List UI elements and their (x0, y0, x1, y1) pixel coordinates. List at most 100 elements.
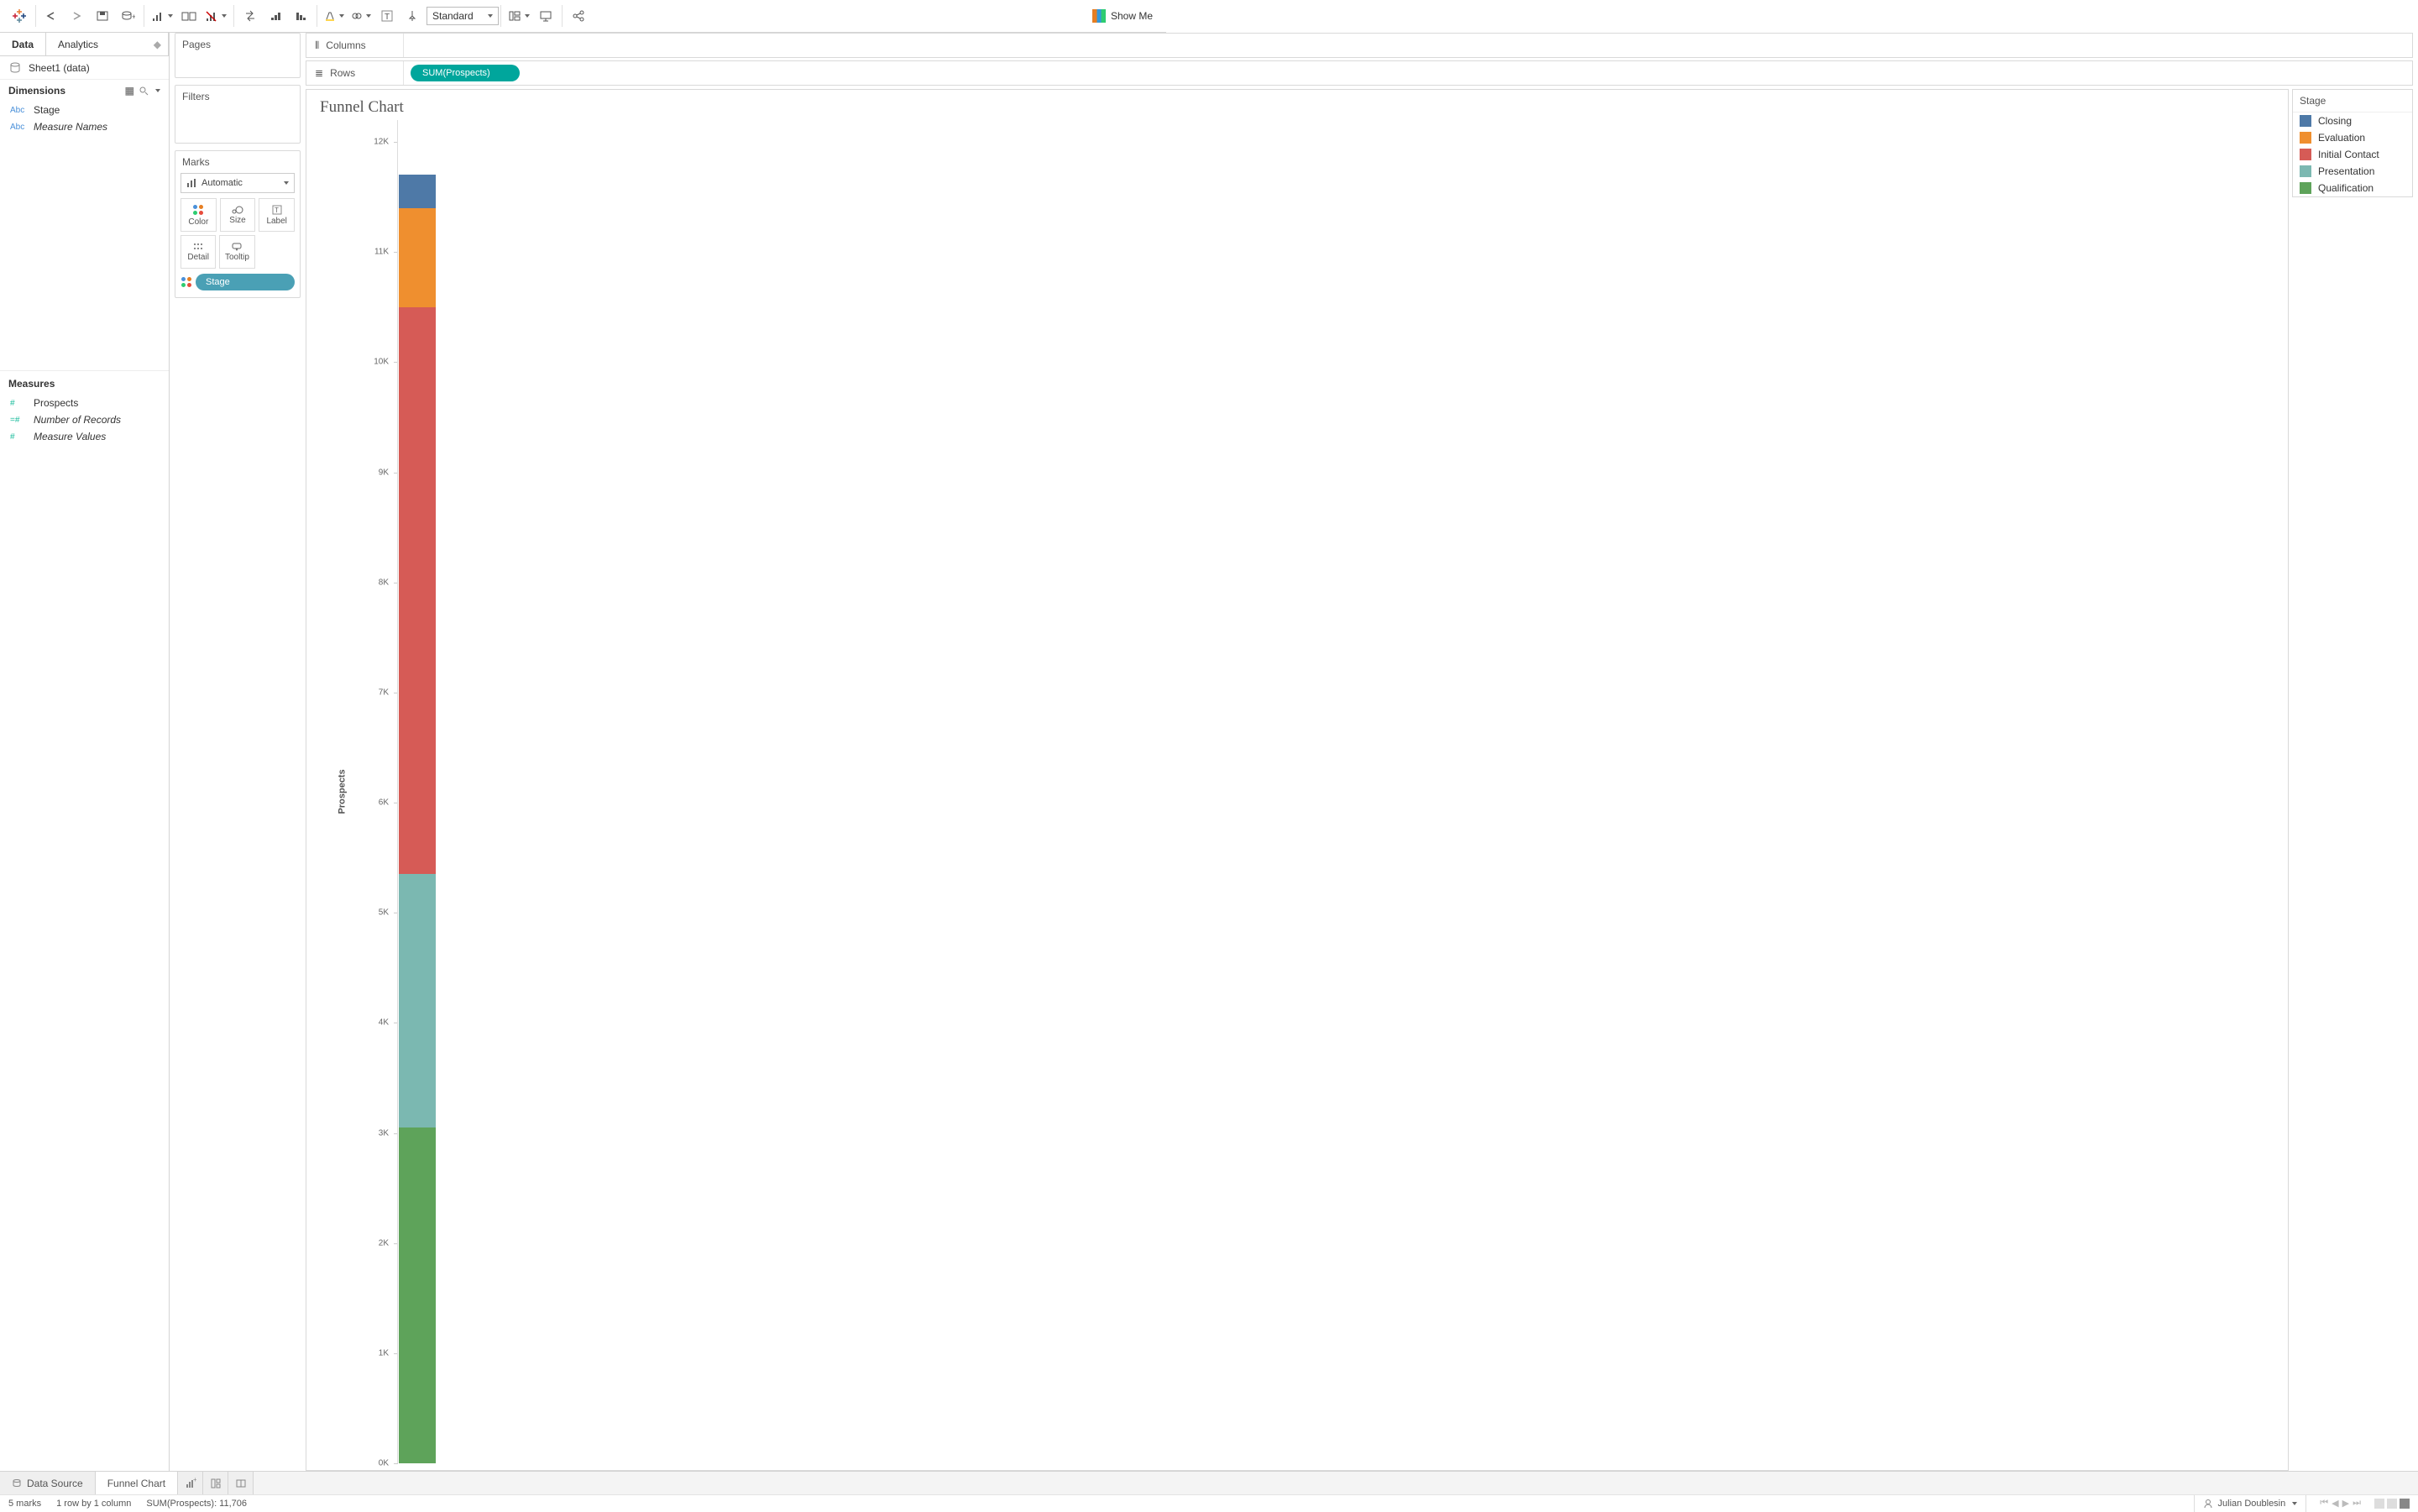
pin-icon[interactable] (403, 7, 421, 25)
marks-color-button[interactable]: Color (181, 198, 217, 232)
measure-field[interactable]: #Prospects (0, 395, 169, 411)
new-worksheet-dropdown[interactable] (151, 10, 173, 22)
fit-dropdown[interactable]: Standard (427, 7, 499, 25)
dimensions-header: Dimensions ▦ (0, 80, 169, 102)
axis-tick: 11K (374, 248, 389, 257)
bar-icon (186, 178, 196, 188)
save-icon[interactable] (93, 7, 112, 25)
marks-tooltip-button[interactable]: Tooltip (219, 235, 254, 269)
new-worksheet-tab[interactable]: + (178, 1472, 203, 1494)
marks-label-button[interactable]: TLabel (259, 198, 295, 232)
show-me-icon (1092, 9, 1106, 23)
stacked-bar[interactable] (399, 120, 436, 1463)
dimensions-menu-caret[interactable] (155, 89, 160, 92)
datasource-row[interactable]: Sheet1 (data) (0, 56, 169, 80)
worksheet-view: Funnel Chart Prospects 12K11K10K9K8K7K6K… (306, 89, 2289, 1471)
duplicate-sheet-icon[interactable] (180, 7, 198, 25)
number-icon: # (10, 432, 27, 442)
axis-tick: 5K (379, 908, 389, 918)
presentation-icon[interactable] (536, 7, 555, 25)
swap-icon[interactable] (241, 7, 259, 25)
new-story-tab[interactable] (228, 1472, 254, 1494)
tableau-logo-icon[interactable] (10, 7, 29, 25)
rows-icon: ≣ (315, 67, 323, 79)
filters-shelf[interactable]: Filters (175, 85, 301, 144)
highlight-dropdown[interactable] (324, 10, 344, 22)
abc-icon: Abc (10, 123, 27, 132)
legend-swatch (2300, 165, 2311, 177)
status-bar: 5 marks 1 row by 1 column SUM(Prospects)… (0, 1494, 2418, 1511)
marks-detail-button[interactable]: Detail (181, 235, 216, 269)
text-label-icon[interactable]: T (378, 7, 396, 25)
clear-sheet-dropdown[interactable] (205, 10, 227, 22)
axis-tick: 12K (374, 138, 389, 147)
axis-tick: 3K (379, 1128, 389, 1138)
show-cards-dropdown[interactable] (508, 10, 530, 22)
sort-desc-icon[interactable] (291, 7, 310, 25)
columns-icon: ⦀ (315, 39, 319, 52)
label-icon: T (272, 205, 282, 215)
bar-segment[interactable] (399, 307, 436, 875)
rows-pill-sum-prospects[interactable]: SUM(Prospects) (411, 65, 520, 81)
color-legend[interactable]: Stage ClosingEvaluationInitial ContactPr… (2292, 89, 2413, 197)
dimension-field[interactable]: AbcMeasure Names (0, 118, 169, 135)
legend-item[interactable]: Presentation (2293, 163, 2412, 180)
group-dropdown[interactable] (351, 10, 371, 22)
status-marks: 5 marks (8, 1499, 41, 1509)
datasource-tab-icon (12, 1478, 22, 1488)
tab-analytics[interactable]: Analytics ◆ (46, 33, 169, 56)
user-menu[interactable]: Julian Doublesin (2194, 1495, 2307, 1512)
bar-segment[interactable] (399, 874, 436, 1127)
tab-data-source[interactable]: Data Source (0, 1472, 96, 1494)
show-me-button[interactable]: Show Me (1084, 9, 1161, 23)
bar-segment[interactable] (399, 1127, 436, 1463)
axis-tick: 8K (379, 578, 389, 587)
legend-item[interactable]: Closing (2293, 112, 2412, 129)
rows-shelf[interactable]: ≣Rows SUM(Prospects) (306, 60, 2413, 86)
sheet-tabs-bar: Data Source Funnel Chart + (0, 1471, 2418, 1494)
axis-tick: 4K (379, 1018, 389, 1028)
status-shape: 1 row by 1 column (56, 1499, 131, 1509)
datasource-icon (8, 61, 22, 75)
sheet-nav[interactable]: ⏮◀▶⏭ (2315, 1498, 2366, 1509)
expand-icon: ◆ (154, 39, 161, 50)
tooltip-icon (232, 243, 242, 251)
sheet-title[interactable]: Funnel Chart (320, 98, 2274, 117)
dimension-field[interactable]: AbcStage (0, 102, 169, 118)
mark-type-dropdown[interactable]: Automatic (181, 173, 295, 193)
redo-icon[interactable] (68, 7, 86, 25)
pages-shelf[interactable]: Pages (175, 33, 301, 78)
svg-text:+: + (193, 1478, 196, 1483)
view-as-table-icon[interactable]: ▦ (125, 85, 134, 97)
axis-tick: 9K (379, 468, 389, 477)
view-toggle[interactable] (2374, 1499, 2410, 1509)
axis-tick: 7K (379, 688, 389, 697)
bar-segment[interactable] (399, 208, 436, 307)
axis-tick: 2K (379, 1238, 389, 1248)
marks-size-button[interactable]: Size (220, 198, 256, 232)
sort-asc-icon[interactable] (266, 7, 285, 25)
legend-swatch (2300, 182, 2311, 194)
marks-pill-stage[interactable]: Stage (196, 274, 295, 290)
find-field-icon[interactable] (139, 86, 149, 96)
detail-icon (193, 243, 203, 251)
color-icon (181, 276, 192, 288)
legend-item[interactable]: Evaluation (2293, 129, 2412, 146)
new-datasource-icon[interactable]: + (118, 7, 137, 25)
new-dashboard-tab[interactable] (203, 1472, 228, 1494)
shelves-area: ⦀Columns ≣Rows SUM(Prospects) (306, 33, 2413, 88)
tab-funnel-chart[interactable]: Funnel Chart (96, 1472, 178, 1494)
tab-data[interactable]: Data (0, 33, 46, 56)
axis-tick: 0K (379, 1459, 389, 1468)
legend-swatch (2300, 149, 2311, 160)
number-icon: # (10, 399, 27, 408)
measure-field[interactable]: =#Number of Records (0, 411, 169, 428)
share-icon[interactable] (569, 7, 588, 25)
legend-swatch (2300, 115, 2311, 127)
columns-shelf[interactable]: ⦀Columns (306, 33, 2413, 58)
bar-segment[interactable] (399, 175, 436, 208)
undo-icon[interactable] (43, 7, 61, 25)
measure-field[interactable]: #Measure Values (0, 428, 169, 445)
legend-item[interactable]: Initial Contact (2293, 146, 2412, 163)
legend-item[interactable]: Qualification (2293, 180, 2412, 196)
